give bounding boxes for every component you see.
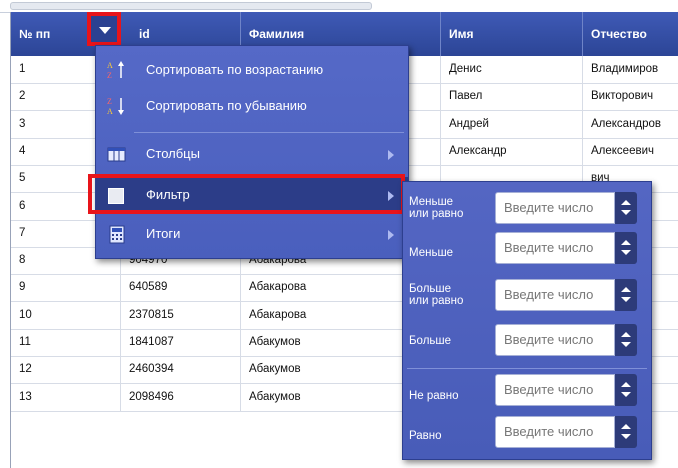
- menu-item-sort-descending[interactable]: ZA Сортировать по убыванию: [96, 88, 408, 124]
- table-cell-id: 2370815: [121, 301, 241, 329]
- table-cell-middle: Алексеевич: [583, 138, 678, 165]
- table-cell-n: 9: [11, 274, 121, 302]
- spin-up-icon[interactable]: [621, 240, 631, 245]
- spin-down-icon[interactable]: [621, 250, 631, 255]
- number-spinner[interactable]: [615, 416, 637, 448]
- columns-icon: [107, 147, 126, 162]
- spin-up-icon[interactable]: [621, 332, 631, 337]
- number-spinner[interactable]: [615, 279, 637, 311]
- spin-down-icon[interactable]: [621, 297, 631, 302]
- filter-input-less[interactable]: Введите число: [495, 232, 615, 264]
- table-cell-first: Павел: [441, 83, 583, 111]
- table-cell-id: 2460394: [121, 356, 241, 384]
- filter-highlight-frame: [88, 174, 405, 214]
- svg-text:Z: Z: [107, 71, 112, 80]
- filter-input-greater-or-equal[interactable]: Введите число: [495, 279, 615, 311]
- submenu-arrow-icon: [388, 230, 394, 240]
- submenu-arrow-icon: [388, 150, 394, 160]
- column-header-label: № пп: [19, 27, 51, 41]
- table-cell-n: 13: [11, 383, 121, 411]
- chevron-down-icon: [99, 27, 111, 34]
- sort-descending-icon: ZA: [107, 97, 124, 116]
- table-cell-first: Андрей: [441, 110, 583, 138]
- table-cell-middle: Викторович: [583, 83, 678, 110]
- menu-item-totals[interactable]: Итоги: [96, 216, 408, 252]
- table-cell-middle: Александров: [583, 111, 678, 138]
- column-header-middle-name[interactable]: Отчество: [583, 12, 678, 56]
- filter-input-less-or-equal[interactable]: Введите число: [495, 192, 615, 224]
- horizontal-scrollbar[interactable]: [10, 2, 372, 10]
- column-context-menu: AZ Сортировать по возрастанию ZA Сортиро…: [95, 45, 409, 259]
- spin-up-icon[interactable]: [621, 382, 631, 387]
- menu-item-label: Столбцы: [146, 146, 200, 161]
- filter-input-greater[interactable]: Введите число: [495, 324, 615, 356]
- number-spinner[interactable]: [615, 374, 637, 406]
- number-spinner[interactable]: [615, 232, 637, 264]
- filter-input-not-equal[interactable]: Введите число: [495, 374, 615, 406]
- spin-up-icon[interactable]: [621, 287, 631, 292]
- filter-label-less-or-equal: Меньше или равно: [409, 196, 464, 220]
- number-spinner[interactable]: [615, 324, 637, 356]
- column-menu-button[interactable]: [87, 12, 121, 46]
- column-header-first-name[interactable]: Имя: [441, 12, 583, 56]
- table-cell-id: 2098496: [121, 383, 241, 411]
- filter-submenu: Меньше или равно Введите число Меньше Вве…: [402, 181, 652, 460]
- filter-input-equal[interactable]: Введите число: [495, 416, 615, 448]
- table-cell-n: 10: [11, 301, 121, 329]
- svg-text:A: A: [107, 107, 113, 116]
- column-header-label: Фамилия: [249, 27, 305, 41]
- filter-label-equal: Равно: [409, 430, 442, 442]
- number-spinner[interactable]: [615, 192, 637, 224]
- spin-down-icon[interactable]: [621, 434, 631, 439]
- column-header-label: Имя: [449, 27, 474, 41]
- table-cell-id: 1841087: [121, 329, 241, 356]
- column-header-label: id: [139, 27, 150, 41]
- spin-up-icon[interactable]: [621, 424, 631, 429]
- table-cell-first: Денис: [441, 56, 583, 83]
- menu-item-label: Сортировать по убыванию: [146, 98, 307, 113]
- table-cell-n: 12: [11, 356, 121, 384]
- spin-down-icon[interactable]: [621, 392, 631, 397]
- totals-icon: [109, 225, 125, 244]
- menu-separator: [134, 132, 404, 133]
- table-cell-first: Александр: [441, 137, 583, 165]
- svg-text:Z: Z: [107, 97, 112, 106]
- spin-up-icon[interactable]: [621, 200, 631, 205]
- filter-label-greater-or-equal: Больше или равно: [409, 283, 464, 307]
- filter-label-less: Меньше: [409, 247, 454, 259]
- svg-text:A: A: [107, 61, 113, 70]
- menu-item-label: Сортировать по возрастанию: [146, 62, 324, 77]
- filter-separator: [407, 368, 647, 369]
- spin-down-icon[interactable]: [621, 210, 631, 215]
- column-header-label: Отчество: [591, 27, 647, 41]
- table-cell-id: 640589: [121, 274, 241, 302]
- menu-item-label: Итоги: [146, 226, 181, 241]
- menu-item-columns[interactable]: Столбцы: [96, 136, 408, 172]
- filter-label-greater: Больше: [409, 335, 452, 347]
- table-cell-middle: Владимиров: [583, 56, 678, 83]
- filter-label-not-equal: Не равно: [409, 390, 459, 402]
- sort-ascending-icon: AZ: [107, 61, 124, 80]
- spin-down-icon[interactable]: [621, 342, 631, 347]
- table-cell-n: 11: [11, 329, 121, 356]
- menu-item-sort-ascending[interactable]: AZ Сортировать по возрастанию: [96, 52, 408, 88]
